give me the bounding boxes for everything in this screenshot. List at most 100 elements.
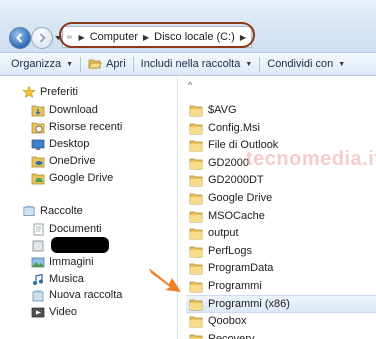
file-row[interactable]: Google Drive <box>186 189 376 207</box>
video-icon <box>31 307 45 317</box>
music-icon <box>33 273 43 285</box>
file-name: ProgramData <box>208 262 274 274</box>
sort-arrow-icon[interactable]: ^ <box>188 80 192 90</box>
file-row[interactable]: Programmi (x86) <box>186 295 376 313</box>
chevron-down-icon <box>54 35 62 40</box>
address-toolbar: ▶ Computer ▶ Disco locale (C:) ▶ <box>0 0 376 53</box>
open-button[interactable]: Apri <box>81 53 133 76</box>
share-with-button[interactable]: Condividi con ▼ <box>260 53 352 76</box>
download-folder-icon <box>31 105 45 116</box>
include-label: Includi nella raccolta <box>140 58 241 70</box>
file-row[interactable]: GD2000DT <box>186 171 376 189</box>
computer-drive-icon <box>67 35 72 39</box>
nav-favorites-header[interactable]: Preferiti <box>22 84 78 100</box>
folder-icon <box>189 316 203 327</box>
documents-icon <box>33 223 44 235</box>
nav-item-label: Documenti <box>49 223 102 235</box>
chevron-down-icon: ▼ <box>66 60 74 68</box>
nav-item-music[interactable]: Musica <box>31 271 84 287</box>
watermark: tecnomedia.it <box>246 148 376 170</box>
nav-item-label: OneDrive <box>49 155 96 167</box>
nav-item-label: Immagini <box>49 256 94 268</box>
nav-libraries-header[interactable]: Raccolte <box>22 203 83 219</box>
nav-item-video[interactable]: Video <box>31 304 77 320</box>
breadcrumb-separator-icon[interactable]: ▶ <box>240 33 246 42</box>
organize-button[interactable]: Organizza ▼ <box>0 53 80 76</box>
nav-item-label: Musica <box>49 273 84 285</box>
google-drive-folder-icon <box>31 173 45 184</box>
file-row[interactable]: $AVG <box>186 101 376 119</box>
file-row[interactable]: Config.Msi <box>186 119 376 137</box>
folder-icon <box>189 228 203 239</box>
file-name: Recovery <box>208 333 255 339</box>
nav-item-documents[interactable]: Documenti <box>31 221 102 237</box>
breadcrumb-local-disk[interactable]: Disco locale (C:) <box>154 31 235 43</box>
breadcrumb-separator-icon[interactable]: ▶ <box>79 33 85 42</box>
star-icon <box>22 85 36 98</box>
nav-item-desktop[interactable]: Desktop <box>31 136 89 152</box>
folder-icon <box>189 281 203 292</box>
nav-item-label: Video <box>49 306 77 318</box>
file-row[interactable]: Programmi <box>186 277 376 295</box>
nav-item-redacted[interactable] <box>31 237 109 253</box>
nav-item-label: Nuova raccolta <box>49 289 123 301</box>
nav-item-pictures[interactable]: Immagini <box>31 254 94 270</box>
file-name: Programmi <box>208 280 262 292</box>
nav-libraries-label: Raccolte <box>40 205 83 217</box>
folder-icon <box>189 193 203 204</box>
file-name: PerfLogs <box>208 245 253 257</box>
file-row[interactable]: Recovery <box>186 330 376 339</box>
recent-pages-dropdown[interactable] <box>54 33 62 43</box>
file-name: GD2000DT <box>208 174 264 186</box>
folder-icon <box>189 334 203 339</box>
orange-pointer-arrow-icon <box>149 268 181 292</box>
file-name: Programmi (x86) <box>208 298 290 310</box>
back-button[interactable] <box>9 27 31 49</box>
breadcrumb-computer[interactable]: Computer <box>90 31 138 43</box>
nav-item-onedrive[interactable]: OneDrive <box>31 153 95 169</box>
forward-button[interactable] <box>31 27 53 49</box>
folder-icon <box>189 211 203 222</box>
file-name: Qoobox <box>208 315 247 327</box>
nav-item-new-library[interactable]: Nuova raccolta <box>31 287 122 303</box>
libraries-icon <box>23 205 35 216</box>
file-name: MSOCache <box>208 210 265 222</box>
folder-icon <box>189 263 203 274</box>
back-arrow-icon <box>16 33 23 43</box>
file-name: output <box>208 227 239 239</box>
file-name: $AVG <box>208 104 237 116</box>
folder-icon <box>189 175 203 186</box>
organize-label: Organizza <box>11 58 62 70</box>
folder-icon <box>189 140 203 151</box>
file-row[interactable]: MSOCache <box>186 207 376 225</box>
open-folder-icon <box>88 59 102 69</box>
file-row[interactable]: output <box>186 224 376 242</box>
nav-item-label: Risorse recenti <box>49 121 123 133</box>
nav-item-label: Download <box>49 104 98 116</box>
nav-item-recent[interactable]: Risorse recenti <box>31 119 122 135</box>
file-row[interactable]: ProgramData <box>186 259 376 277</box>
nav-favorites-label: Preferiti <box>40 86 78 98</box>
open-label: Apri <box>106 58 126 70</box>
pictures-icon <box>31 257 45 267</box>
nav-item-download[interactable]: Download <box>31 102 98 118</box>
folder-icon <box>189 246 203 257</box>
desktop-icon <box>31 139 45 150</box>
file-name: Google Drive <box>208 192 273 204</box>
file-row[interactable]: Qoobox <box>186 312 376 330</box>
file-row[interactable]: PerfLogs <box>186 242 376 260</box>
breadcrumb-separator-icon[interactable]: ▶ <box>143 33 149 42</box>
redacted-label <box>51 237 109 253</box>
address-field[interactable]: ▶ Computer ▶ Disco locale (C:) ▶ <box>62 26 252 48</box>
nav-item-google-drive[interactable]: Google Drive <box>31 170 113 186</box>
folder-icon <box>189 299 203 310</box>
folder-icon <box>189 105 203 116</box>
onedrive-folder-icon <box>31 156 45 167</box>
share-label: Condividi con <box>267 58 334 70</box>
chevron-down-icon: ▼ <box>245 60 253 68</box>
file-name: GD2000 <box>208 157 249 169</box>
nav-item-label: Desktop <box>49 138 90 150</box>
include-in-library-button[interactable]: Includi nella raccolta ▼ <box>134 53 260 76</box>
folder-icon <box>189 158 203 169</box>
library-folder-icon <box>32 240 44 251</box>
